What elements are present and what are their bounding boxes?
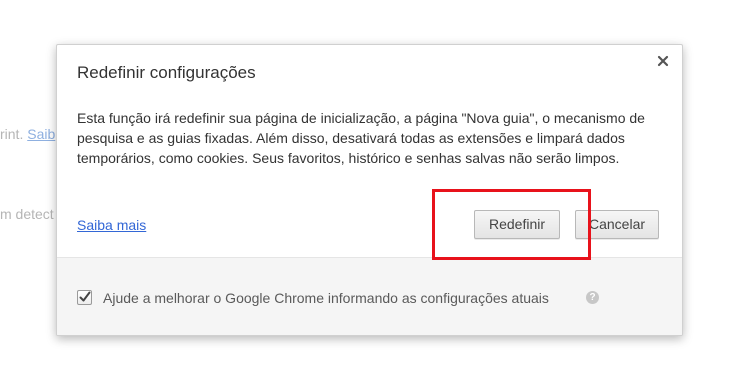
report-settings-label: Ajude a melhorar o Google Chrome informa…	[103, 290, 549, 306]
learn-more-link[interactable]: Saiba mais	[77, 217, 146, 233]
reset-button[interactable]: Redefinir	[474, 210, 560, 239]
background-link[interactable]: Saib	[27, 126, 55, 142]
background-text-line: m detect	[0, 206, 54, 222]
reset-settings-dialog: Redefinir configurações Esta função irá …	[56, 44, 683, 336]
report-settings-checkbox[interactable]	[77, 290, 92, 305]
dialog-title: Redefinir configurações	[77, 63, 256, 82]
dialog-footer: Ajude a melhorar o Google Chrome informa…	[57, 257, 682, 335]
dialog-description: Esta função irá redefinir sua página de …	[77, 110, 645, 166]
cancel-button[interactable]: Cancelar	[575, 210, 659, 239]
background-text: rint.	[0, 126, 28, 142]
help-icon[interactable]: ?	[586, 291, 599, 304]
close-icon[interactable]	[655, 53, 671, 69]
background-text-line: rint. Saib	[0, 126, 55, 142]
checkmark-icon	[79, 291, 91, 302]
